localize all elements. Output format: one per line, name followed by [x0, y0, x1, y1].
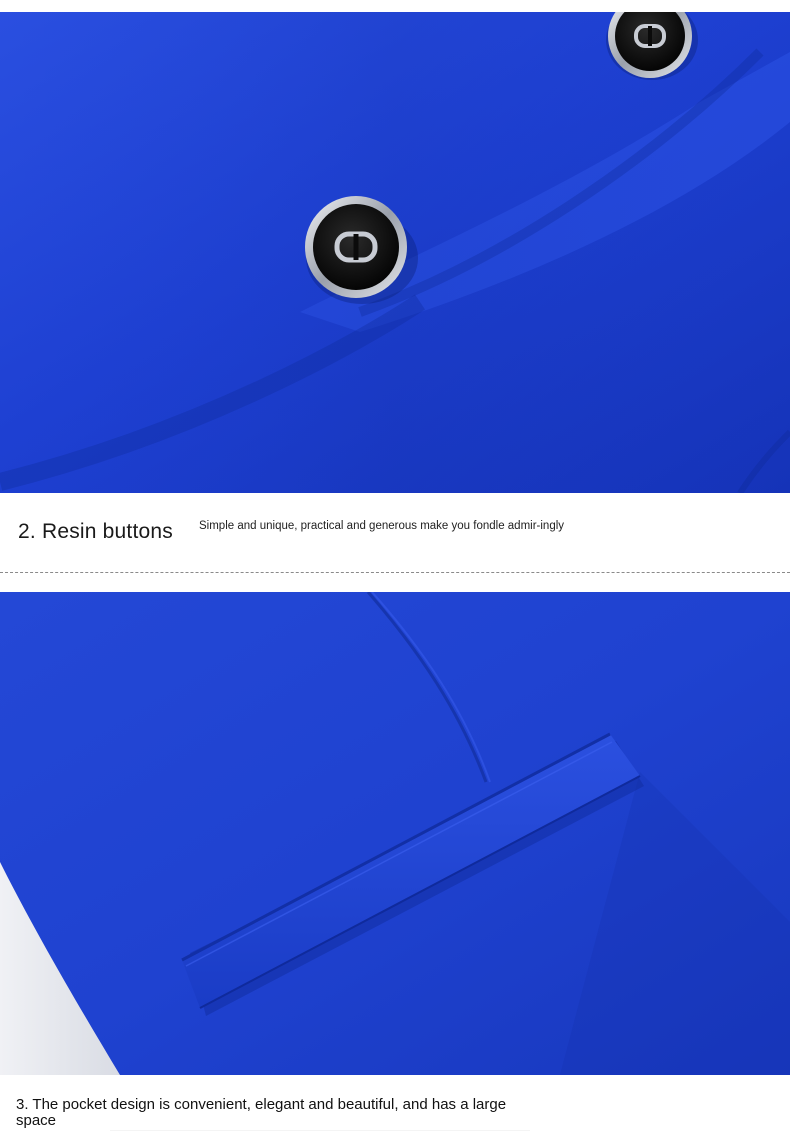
next-photo-edge	[110, 1124, 530, 1131]
section-description-resin-buttons: Simple and unique, practical and generou…	[199, 520, 565, 532]
resin-button-closeup-image	[0, 12, 790, 493]
dashed-divider	[0, 572, 790, 573]
section-title-resin-buttons: 2. Resin buttons	[18, 520, 173, 543]
pocket-photo	[0, 592, 790, 1075]
pocket-closeup-image	[0, 592, 790, 1075]
resin-buttons-photo	[0, 12, 790, 493]
